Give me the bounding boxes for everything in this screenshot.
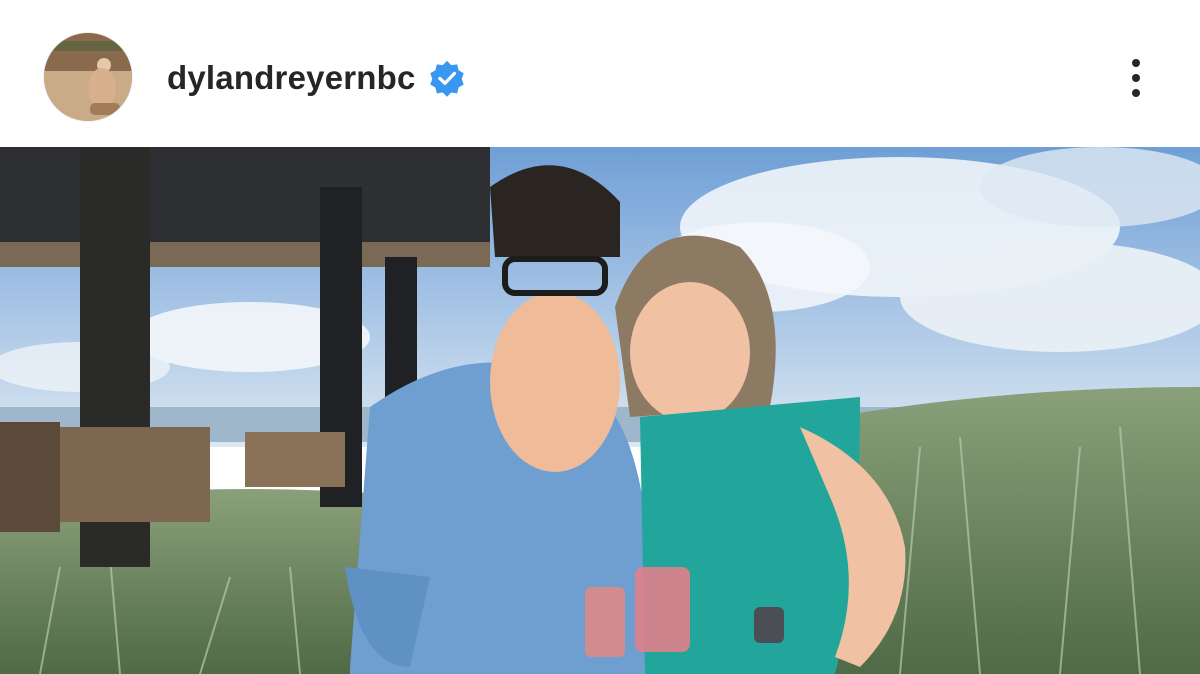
verified-badge-icon bbox=[429, 60, 464, 97]
more-dot bbox=[1132, 59, 1140, 67]
username-link[interactable]: dylandreyernbc bbox=[167, 59, 416, 97]
more-dot bbox=[1132, 89, 1140, 97]
post-header: dylandreyernbc bbox=[0, 0, 1200, 147]
post-photo[interactable] bbox=[0, 147, 1200, 674]
post-photo-image bbox=[0, 147, 1200, 674]
username-row: dylandreyernbc bbox=[167, 58, 466, 98]
avatar-image bbox=[44, 33, 132, 121]
more-dot bbox=[1132, 74, 1140, 82]
more-options-icon[interactable] bbox=[1118, 50, 1154, 106]
profile-avatar[interactable] bbox=[44, 33, 132, 121]
